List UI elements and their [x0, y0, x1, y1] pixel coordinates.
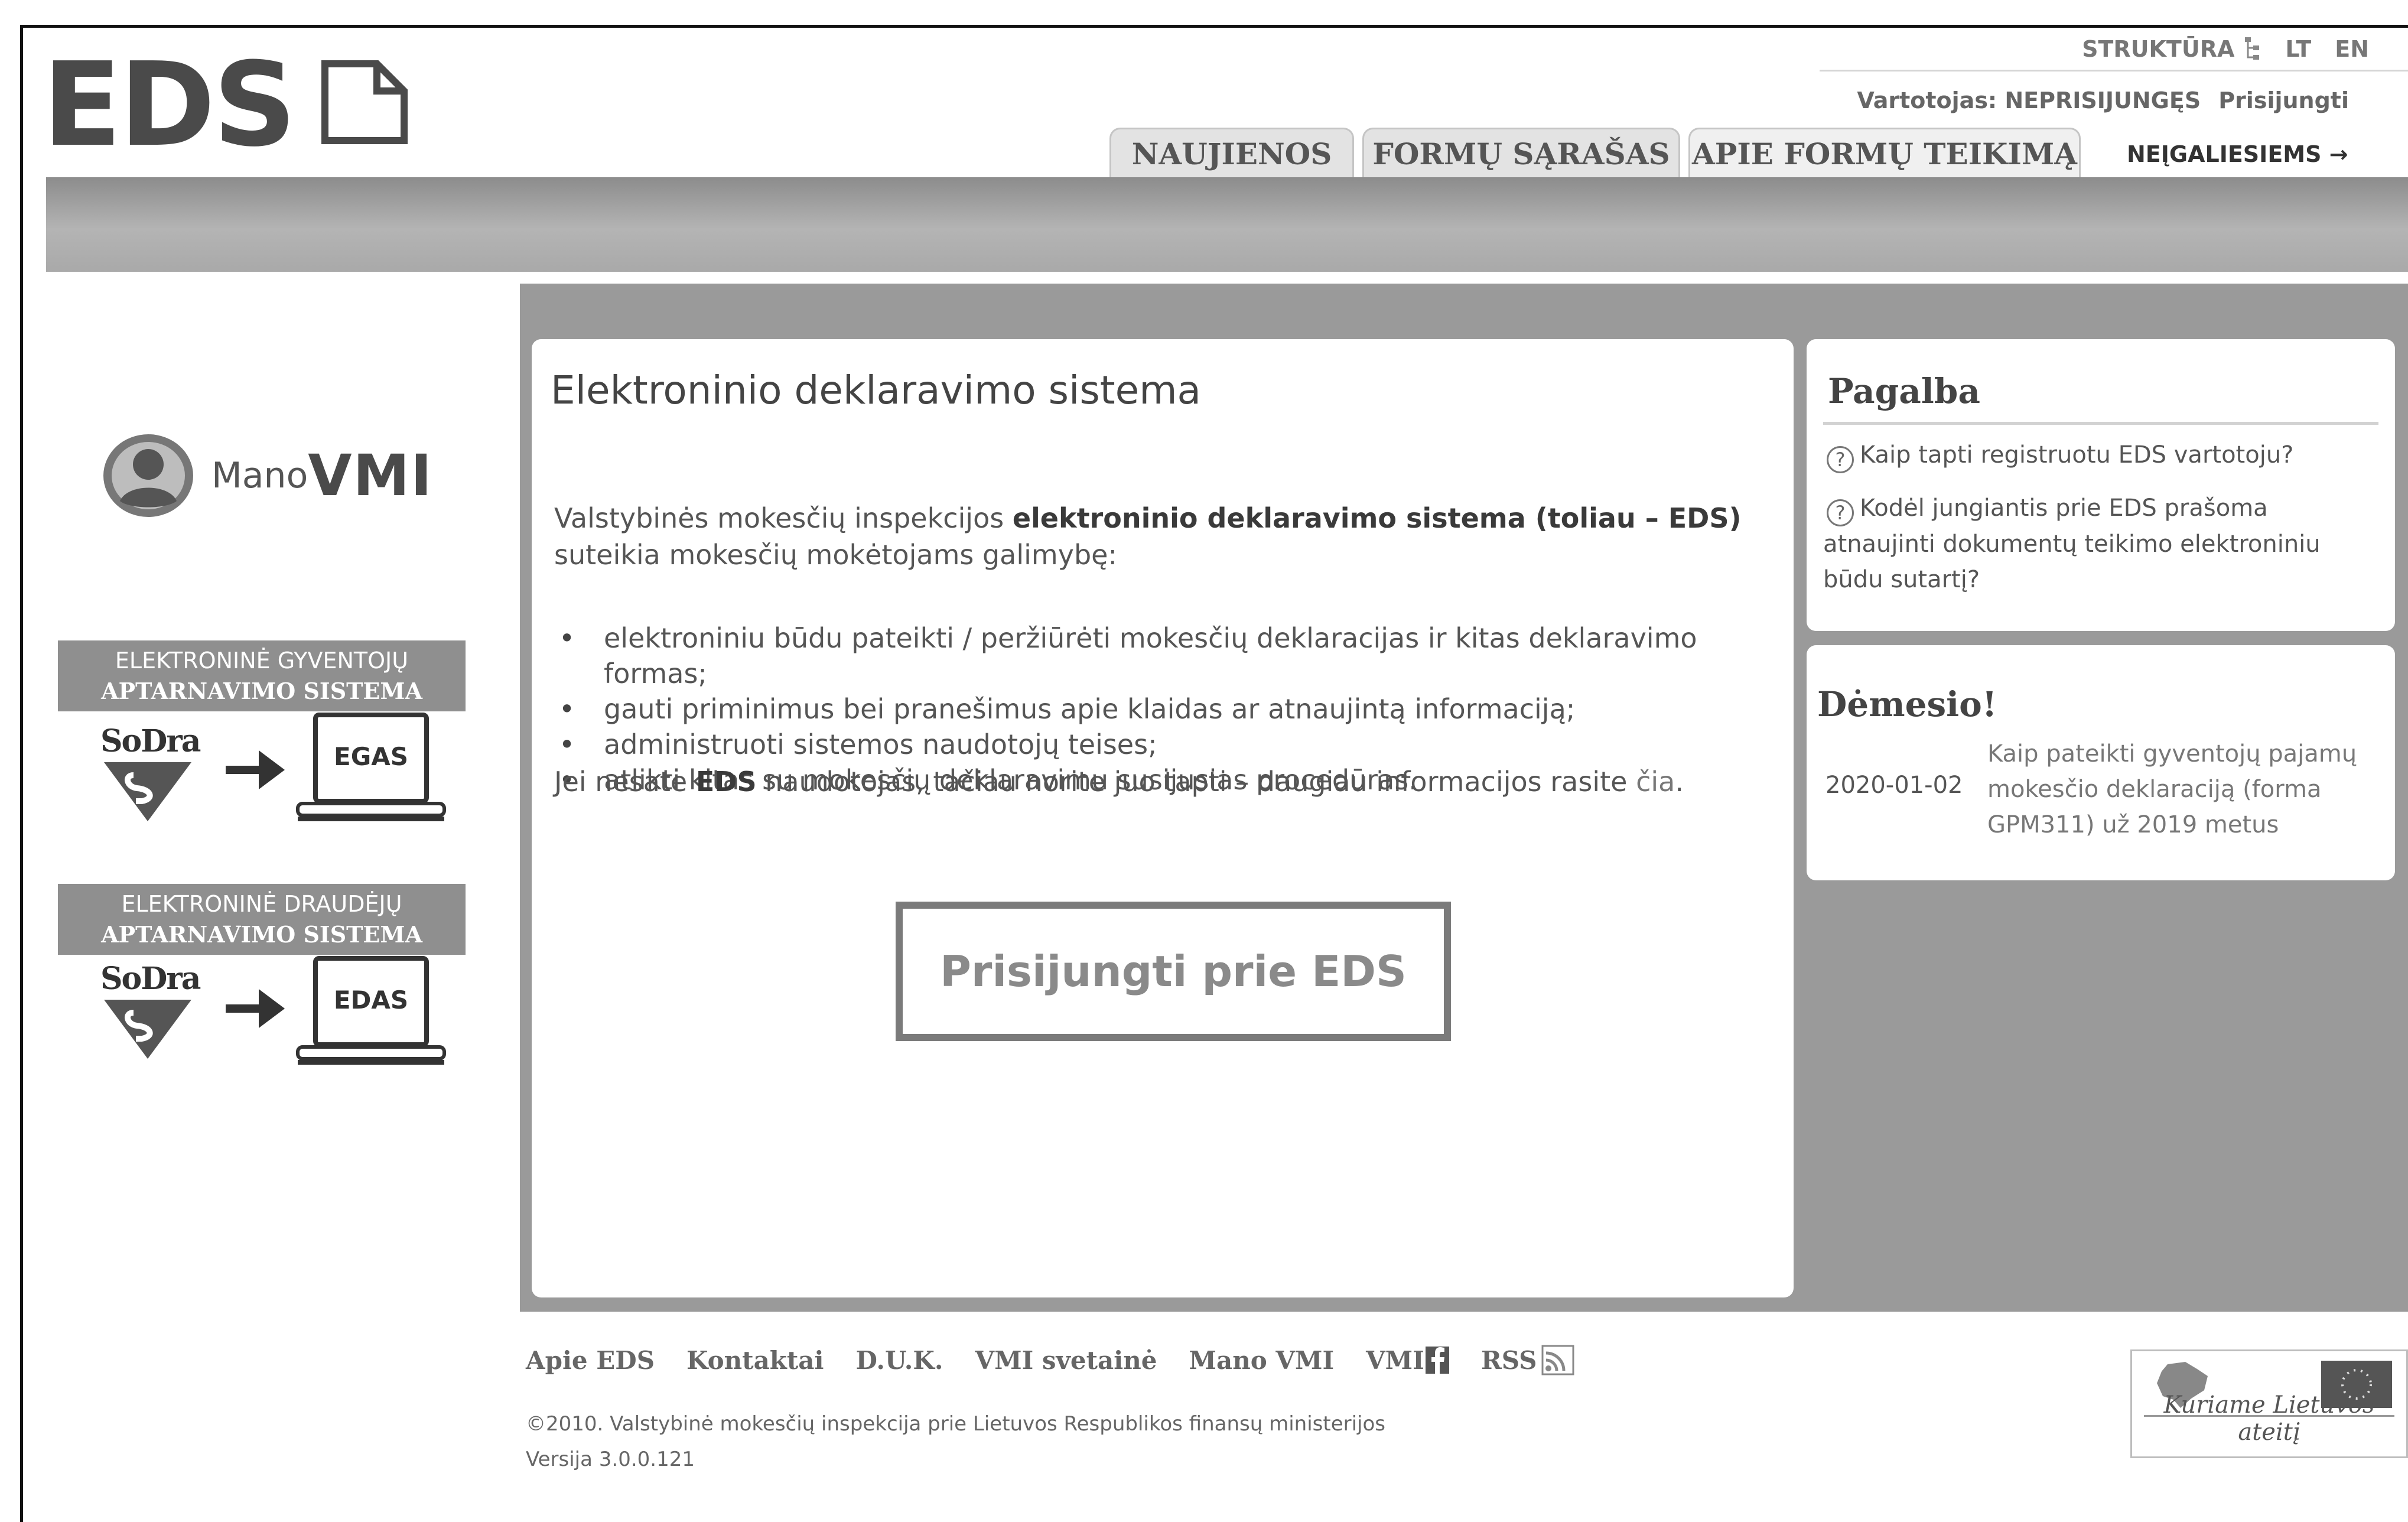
user-avatar-icon — [103, 434, 193, 517]
login-link[interactable]: Prisijungti — [2218, 87, 2349, 113]
help-divider — [1823, 422, 2378, 425]
page-title: Elektroninio deklaravimo sistema — [551, 368, 1201, 413]
sidebar-top-tab — [46, 282, 501, 351]
tab-forms-list[interactable]: FORMŲ SĄRAŠAS — [1362, 128, 1680, 178]
footer-rss-label: RSS — [1480, 1345, 1537, 1375]
egas-title-line1: ELEKTRONINĖ GYVENTOJŲ — [115, 648, 409, 674]
intro-part: suteikia mokesčių mokėtojams galimybę: — [554, 539, 1117, 571]
sodra-emblem-icon — [104, 1000, 191, 1059]
footer-link-about[interactable]: Apie EDS — [526, 1346, 655, 1375]
help-question-text: Kodėl jungiantis prie EDS prašoma atnauj… — [1823, 495, 2321, 593]
help-question-text: Kaip tapti registruotu EDS vartotoju? — [1860, 441, 2294, 469]
login-eds-button[interactable]: Prisijungti prie EDS — [896, 902, 1451, 1041]
tab-about-forms[interactable]: APIE FORMŲ TEIKIMĄ — [1688, 128, 2081, 178]
list-item: gauti priminimus bei pranešimus apie kla… — [554, 691, 1783, 727]
egas-card[interactable]: ELEKTRONINĖ GYVENTOJŲ APTARNAVIMO SISTEM… — [46, 616, 501, 847]
edas-title-line2: APTARNAVIMO SISTEMA — [101, 921, 422, 948]
list-item: administruoti sistemos naudotojų teises; — [554, 727, 1783, 762]
sodra-logo-text: SoDra — [100, 723, 201, 759]
question-icon: ? — [1827, 499, 1854, 526]
footer-copyright: ©2010. Valstybinė mokesčių inspekcija pr… — [526, 1406, 1385, 1477]
egas-title-line2: APTARNAVIMO SISTEMA — [101, 678, 422, 704]
footer-links: Apie EDS Kontaktai D.U.K. VMI svetainė M… — [526, 1345, 1574, 1375]
header-band — [46, 177, 2408, 272]
sodra-logo-text: SoDra — [100, 961, 201, 997]
footer-link-faq[interactable]: D.U.K. — [855, 1346, 943, 1375]
logo-text: EDS — [43, 38, 297, 173]
footer-link-vmi-facebook[interactable]: VMI — [1366, 1346, 1449, 1375]
egas-title: ELEKTRONINĖ GYVENTOJŲ APTARNAVIMO SISTEM… — [58, 640, 466, 711]
info-part: Jei nesate — [554, 766, 696, 798]
info-text: Jei nesate EDS naudotojas, tačiau norite… — [554, 763, 1783, 800]
footer-link-contacts[interactable]: Kontaktai — [686, 1346, 824, 1375]
user-status: Vartotojas: NEPRISIJUNGĘS Prisijungti — [1857, 86, 2349, 115]
edas-title: ELEKTRONINĖ DRAUDĖJŲ APTARNAVIMO SISTEMA — [58, 884, 466, 955]
intro-part: Valstybinės mokesčių inspekcijos — [554, 502, 1013, 534]
version-text: Versija 3.0.0.121 — [526, 1448, 695, 1471]
copyright-text: ©2010. Valstybinė mokesčių inspekcija pr… — [526, 1412, 1385, 1436]
footer-vmi-label: VMI — [1366, 1345, 1424, 1375]
arrow-right-icon — [226, 989, 285, 1028]
list-item: elektroniniu būdu pateikti / peržiūrėti … — [554, 620, 1783, 691]
vmi-label: VMI — [308, 443, 433, 509]
help-title: Pagalba — [1828, 371, 1980, 411]
footer-link-rss[interactable]: RSS — [1481, 1345, 1575, 1375]
help-question-link[interactable]: ? Kodėl jungiantis prie EDS prašoma atnau… — [1823, 490, 2384, 597]
news-link[interactable]: Kaip pateikti gyventojų pajamų mokesčio … — [1987, 736, 2377, 843]
utility-links: STRUKTŪRA LT EN — [2082, 34, 2369, 64]
eu-caption: Kuriame Lietuvos ateitį — [2163, 1391, 2375, 1446]
eu-funding-logo[interactable]: Kuriame Lietuvos ateitį — [2130, 1349, 2408, 1458]
content-panel — [532, 339, 1794, 1297]
news-date: 2020-01-02 — [1825, 772, 1963, 799]
question-icon: ? — [1827, 446, 1854, 473]
accessibility-link[interactable]: NEĮGALIESIEMS → — [2127, 139, 2348, 169]
attention-title: Dėmesio! — [1817, 684, 1997, 724]
eds-logo[interactable]: EDS — [43, 47, 421, 163]
sodra-emblem-icon — [104, 762, 191, 821]
lang-lt-link[interactable]: LT — [2285, 36, 2311, 62]
footer-link-mano-vmi[interactable]: Mano VMI — [1189, 1346, 1334, 1375]
rss-icon — [1541, 1345, 1574, 1375]
more-info-link[interactable]: čia — [1636, 766, 1675, 798]
edas-title-line1: ELEKTRONINĖ DRAUDĖJŲ — [121, 891, 402, 917]
facebook-icon — [1425, 1347, 1449, 1374]
egas-screen-label: EGAS — [334, 742, 408, 771]
edas-screen-label: EDAS — [333, 986, 409, 1014]
intro-bold: elektroninio deklaravimo sistema (toliau… — [1012, 502, 1742, 534]
edas-card[interactable]: ELEKTRONINĖ DRAUDĖJŲ APTARNAVIMO SISTEMA… — [46, 859, 501, 1091]
utility-divider — [1820, 70, 2408, 71]
info-bold: EDS — [695, 766, 757, 798]
mano-label: Mano — [211, 455, 308, 496]
lang-en-link[interactable]: EN — [2335, 36, 2369, 62]
structure-link[interactable]: STRUKTŪRA — [2082, 36, 2261, 62]
arrow-right-icon — [226, 750, 285, 789]
footer-link-vmi-site[interactable]: VMI svetainė — [975, 1346, 1157, 1375]
help-question-link[interactable]: ? Kaip tapti registruotu EDS vartotoju? — [1827, 437, 2382, 473]
tab-news[interactable]: NAUJIENOS — [1109, 128, 1354, 178]
info-part: naudotojas, tačiau norite juo tapti – da… — [756, 766, 1636, 798]
sitemap-icon — [2245, 37, 2260, 60]
document-icon — [321, 60, 408, 144]
structure-label: STRUKTŪRA — [2082, 36, 2235, 62]
mano-vmi-logo[interactable]: Mano VMI — [100, 431, 433, 520]
intro-text: Valstybinės mokesčių inspekcijos elektro… — [554, 500, 1783, 573]
user-label: Vartotojas: NEPRISIJUNGĘS — [1857, 87, 2201, 113]
info-part: . — [1675, 766, 1684, 798]
